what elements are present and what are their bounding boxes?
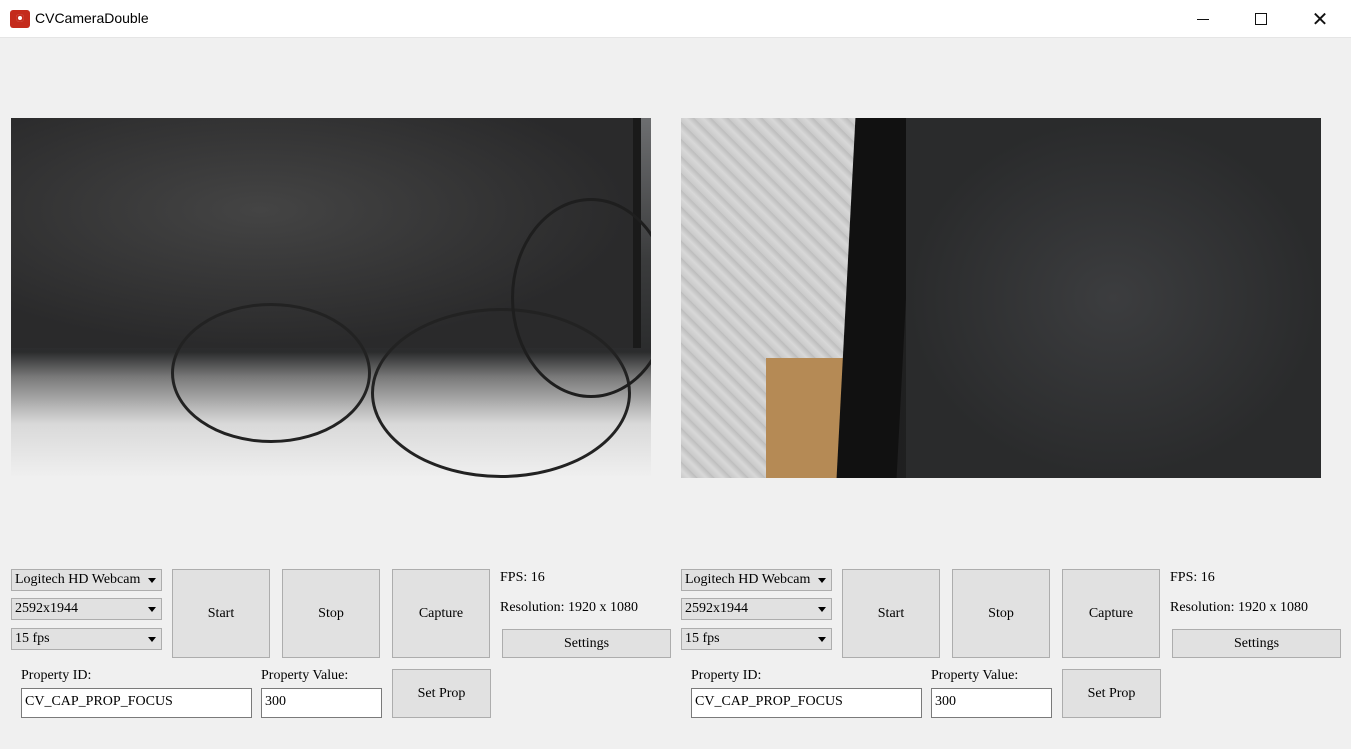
property-value-label-right: Property Value: xyxy=(931,668,1019,683)
camera-app-icon xyxy=(10,10,30,28)
fps-select-value: 15 fps xyxy=(685,631,720,646)
capture-button-right[interactable]: Capture xyxy=(1062,569,1160,658)
resolution-readout-left: Resolution: 1920 x 1080 xyxy=(500,600,639,615)
device-select-right[interactable]: Logitech HD Webcam xyxy=(681,569,832,591)
device-select-value: Logitech HD Webcam xyxy=(685,572,811,587)
property-value-input-right[interactable]: 300 xyxy=(931,688,1052,718)
fps-readout-left: FPS: 16 xyxy=(500,570,545,585)
dropdown-arrow-icon xyxy=(148,607,156,612)
minimize-button[interactable] xyxy=(1180,0,1226,38)
camera-preview-right xyxy=(681,118,1321,478)
dropdown-arrow-icon xyxy=(818,578,826,583)
set-prop-button-right[interactable]: Set Prop xyxy=(1062,669,1161,718)
device-select-left[interactable]: Logitech HD Webcam xyxy=(11,569,162,591)
stop-button-right[interactable]: Stop xyxy=(952,569,1050,658)
fps-readout-right: FPS: 16 xyxy=(1170,570,1215,585)
window-title: CVCameraDouble xyxy=(35,10,149,26)
resolution-select-value: 2592x1944 xyxy=(15,601,78,616)
minimize-icon xyxy=(1197,18,1209,20)
property-value-label-left: Property Value: xyxy=(261,668,349,683)
property-id-label-left: Property ID: xyxy=(21,668,92,683)
dropdown-arrow-icon xyxy=(148,637,156,642)
close-icon: ✕ xyxy=(1311,7,1329,31)
property-id-label-right: Property ID: xyxy=(691,668,762,683)
fps-select-value: 15 fps xyxy=(15,631,50,646)
property-value-input-left[interactable]: 300 xyxy=(261,688,382,718)
close-button[interactable]: ✕ xyxy=(1297,0,1343,38)
property-id-input-right[interactable]: CV_CAP_PROP_FOCUS xyxy=(691,688,922,718)
title-bar[interactable]: CVCameraDouble ✕ xyxy=(0,0,1351,38)
resolution-readout-right: Resolution: 1920 x 1080 xyxy=(1170,600,1309,615)
start-button-right[interactable]: Start xyxy=(842,569,940,658)
property-id-input-left[interactable]: CV_CAP_PROP_FOCUS xyxy=(21,688,252,718)
dropdown-arrow-icon xyxy=(148,578,156,583)
dropdown-arrow-icon xyxy=(818,607,826,612)
settings-button-right[interactable]: Settings xyxy=(1172,629,1341,658)
settings-button-left[interactable]: Settings xyxy=(502,629,671,658)
capture-button-left[interactable]: Capture xyxy=(392,569,490,658)
stop-button-left[interactable]: Stop xyxy=(282,569,380,658)
resolution-select-right[interactable]: 2592x1944 xyxy=(681,598,832,620)
device-select-value: Logitech HD Webcam xyxy=(15,572,141,587)
dropdown-arrow-icon xyxy=(818,637,826,642)
camera-preview-left xyxy=(11,118,651,478)
fps-select-right[interactable]: 15 fps xyxy=(681,628,832,650)
set-prop-button-left[interactable]: Set Prop xyxy=(392,669,491,718)
resolution-select-value: 2592x1944 xyxy=(685,601,748,616)
start-button-left[interactable]: Start xyxy=(172,569,270,658)
resolution-select-left[interactable]: 2592x1944 xyxy=(11,598,162,620)
maximize-button[interactable] xyxy=(1238,0,1284,38)
maximize-icon xyxy=(1255,13,1267,25)
fps-select-left[interactable]: 15 fps xyxy=(11,628,162,650)
